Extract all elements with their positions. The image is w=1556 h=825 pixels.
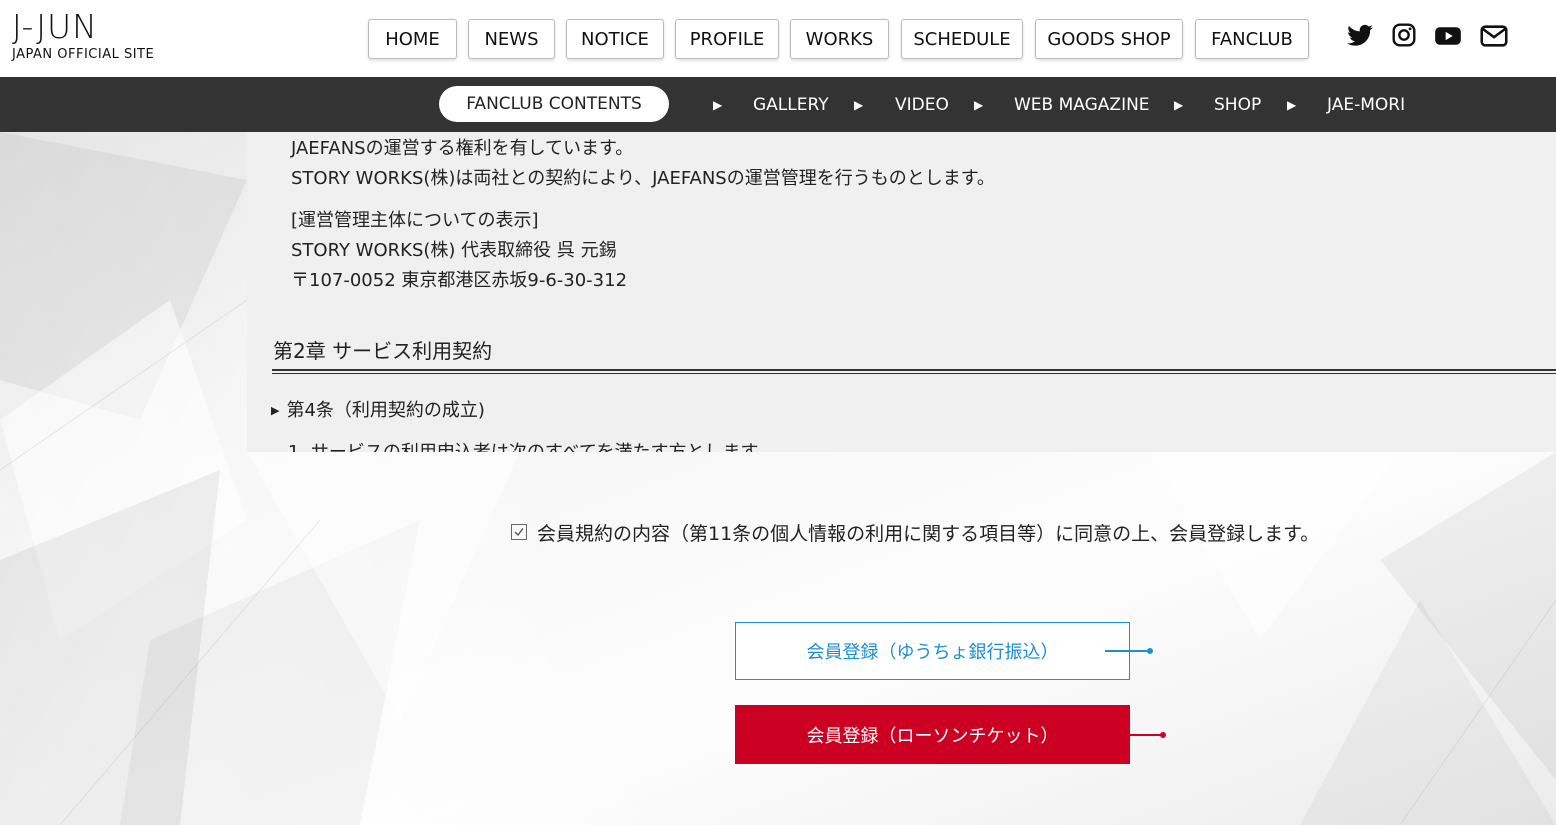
agree-checkbox[interactable] xyxy=(511,524,527,540)
site-logo[interactable]: J-JUN JAPAN OFFICIAL SITE xyxy=(12,8,154,63)
logo-title: J-JUN xyxy=(12,7,98,46)
article-title: ▶ 第4条（利用契約の成立) xyxy=(271,396,485,422)
button-accent-line xyxy=(1105,650,1150,652)
nav-home-button[interactable]: HOME xyxy=(368,19,457,59)
fanclub-gallery-link[interactable]: GALLERY xyxy=(753,77,829,132)
terms-scroll-panel[interactable]: JAEFANSの運営する権利を有しています。 STORY WORKS(株)は両社… xyxy=(247,132,1556,452)
nav-notice-button[interactable]: NOTICE xyxy=(566,19,664,59)
arrow-right-icon: ▶ xyxy=(1174,97,1184,112)
mail-icon[interactable] xyxy=(1480,22,1510,52)
fanclub-video-link[interactable]: VIDEO xyxy=(895,77,949,132)
nav-schedule-button[interactable]: SCHEDULE xyxy=(901,19,1023,59)
logo-subtitle: JAPAN OFFICIAL SITE xyxy=(12,47,155,62)
nav-fanclub-button[interactable]: FANCLUB xyxy=(1195,19,1309,59)
terms-text: [運営管理主体についての表示] xyxy=(291,210,539,231)
nav-goods-shop-button[interactable]: GOODS SHOP xyxy=(1035,19,1183,59)
button-accent-dot xyxy=(1160,732,1166,738)
arrow-right-icon: ▶ xyxy=(713,97,723,112)
arrow-right-icon: ▶ xyxy=(1287,97,1297,112)
fanclub-web-magazine-link[interactable]: WEB MAGAZINE xyxy=(1014,77,1150,132)
terms-text: JAEFANSの運営する権利を有しています。 xyxy=(291,138,634,159)
fanclub-jae-mori-link[interactable]: JAE-MORI xyxy=(1327,77,1405,132)
register-lawson-ticket-button[interactable]: 会員登録（ローソンチケット） xyxy=(735,705,1130,764)
agree-terms-checkbox-row[interactable]: 会員規約の内容（第11条の個人情報の利用に関する項目等）に同意の上、会員登録しま… xyxy=(511,518,1319,546)
instagram-icon[interactable] xyxy=(1391,22,1421,52)
arrow-right-icon: ▶ xyxy=(854,97,864,112)
fanclub-contents-pill[interactable]: FANCLUB CONTENTS xyxy=(439,86,669,122)
site-header: J-JUN JAPAN OFFICIAL SITE HOME NEWS NOTI… xyxy=(0,0,1556,77)
terms-text: STORY WORKS(株)は両社との契約により、JAEFANSの運営管理を行う… xyxy=(291,168,995,189)
youtube-icon[interactable] xyxy=(1434,22,1464,52)
nav-news-button[interactable]: NEWS xyxy=(468,19,555,59)
register-bank-transfer-button[interactable]: 会員登録（ゆうちょ銀行振込） xyxy=(735,622,1130,680)
fanclub-nav-bar: FANCLUB CONTENTS ▶ GALLERY ▶ VIDEO ▶ WEB… xyxy=(0,77,1556,132)
agree-label: 会員規約の内容（第11条の個人情報の利用に関する項目等）に同意の上、会員登録しま… xyxy=(537,522,1320,545)
terms-text: 〒107-0052 東京都港区赤坂9-6-30-312 xyxy=(291,270,628,291)
triangle-right-icon: ▶ xyxy=(271,404,280,417)
fanclub-shop-link[interactable]: SHOP xyxy=(1214,77,1261,132)
terms-text: 1. サービスの利用申込者は次のすべてを満たす方とします。 xyxy=(288,438,775,452)
button-accent-line xyxy=(1130,734,1164,736)
button-accent-dot xyxy=(1147,648,1153,654)
chapter-heading: 第2章 サービス利用契約 xyxy=(273,339,493,363)
terms-text: STORY WORKS(株) 代表取締役 呉 元錫 xyxy=(291,240,617,261)
nav-profile-button[interactable]: PROFILE xyxy=(675,19,779,59)
article-title-text: 第4条（利用契約の成立) xyxy=(286,400,485,421)
twitter-icon[interactable] xyxy=(1346,22,1376,52)
arrow-right-icon: ▶ xyxy=(974,97,984,112)
nav-works-button[interactable]: WORKS xyxy=(790,19,889,59)
chapter-divider xyxy=(272,369,1556,374)
